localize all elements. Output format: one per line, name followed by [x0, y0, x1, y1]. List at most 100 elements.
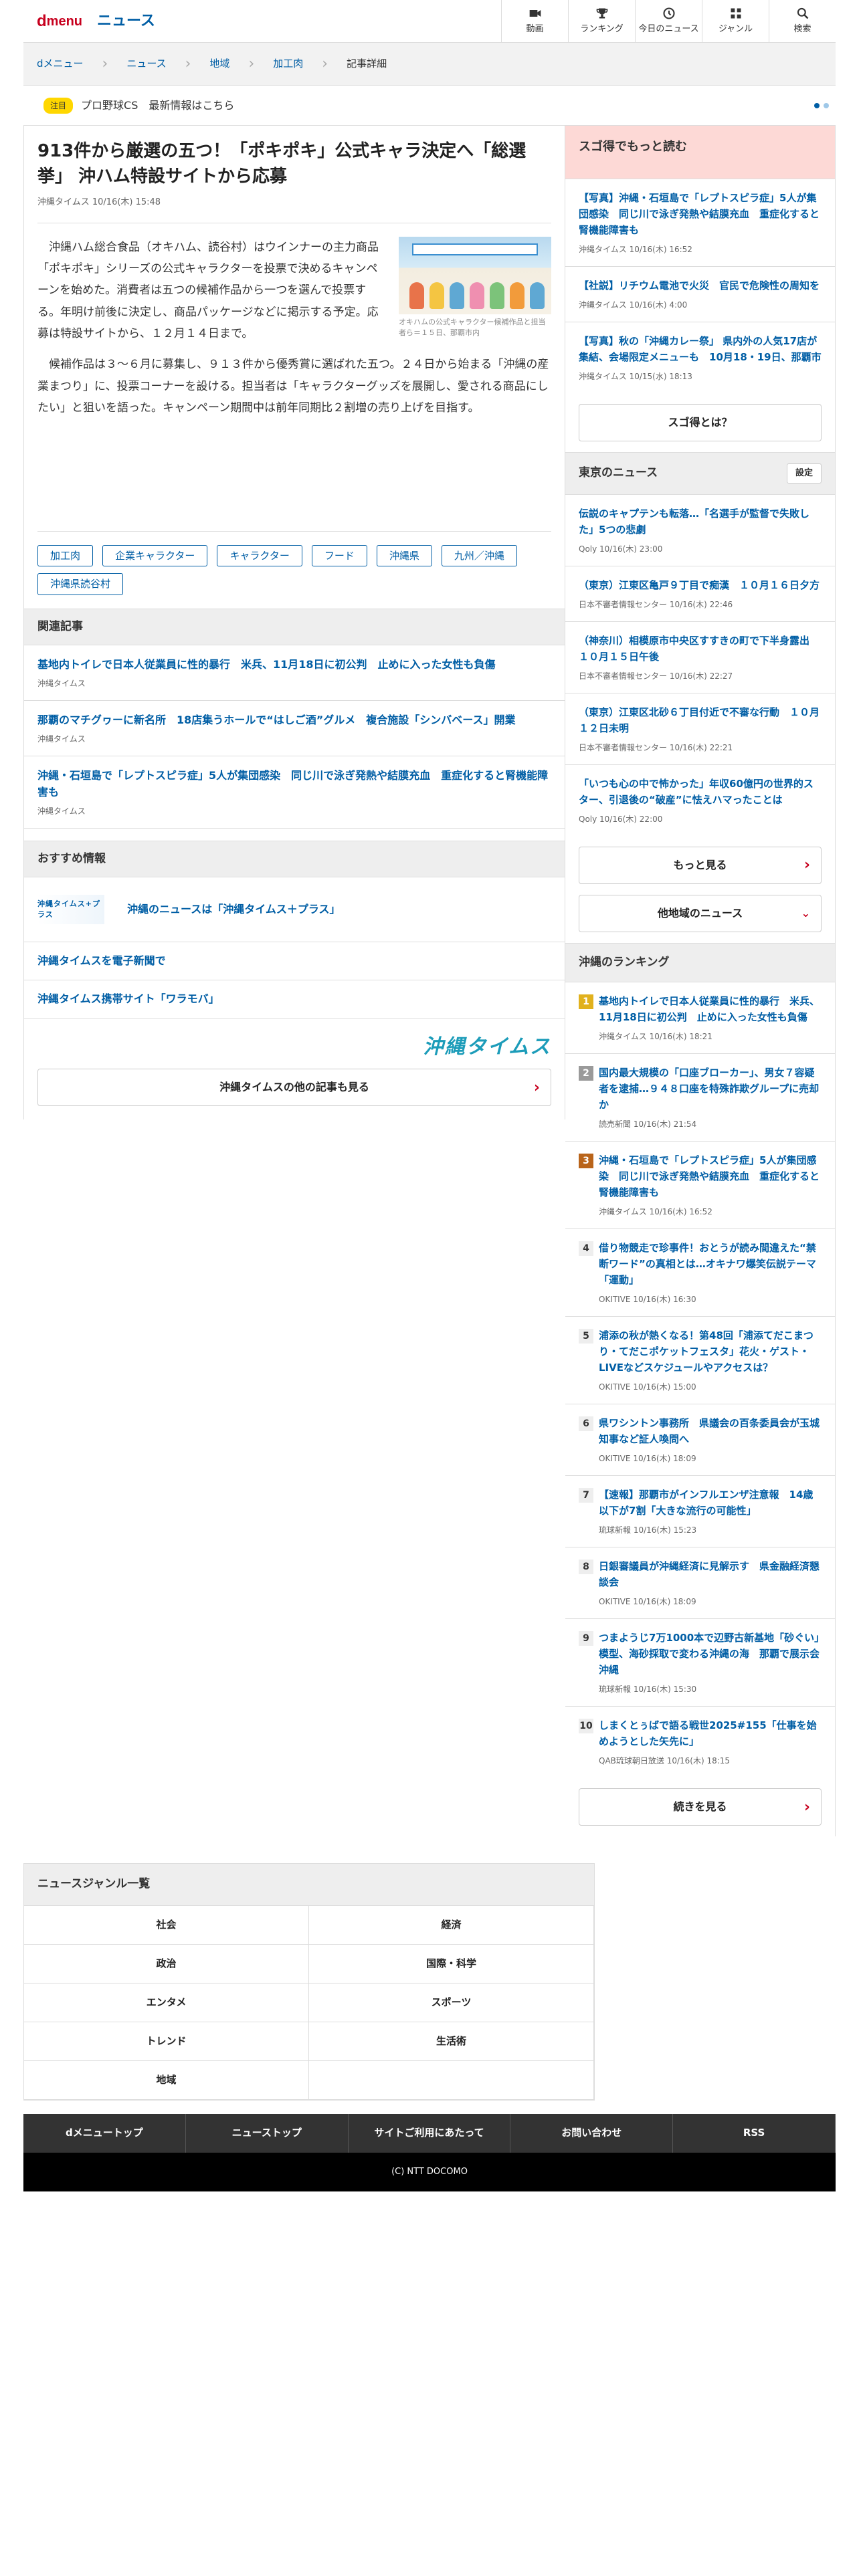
genre-link[interactable]: エンタメ — [24, 1983, 309, 2022]
tag-link[interactable]: 企業キャラクター — [102, 544, 208, 567]
dmenu-news-logo[interactable]: d menu ニュース — [23, 9, 155, 33]
tokyo-news-item[interactable]: 伝説のキャプテンも転落…「名選手が監督で失敗した」5つの悲劇 Qoly 10/1… — [565, 495, 835, 566]
sugotoku-about-button[interactable]: スゴ得とは？ — [579, 404, 822, 441]
ranking-item[interactable]: 6 県ワシントン事務所 県議会の百条委員会が玉城知事など証人喚問へ OKITIVE … — [565, 1404, 835, 1476]
ranking-item[interactable]: 3 沖縄・石垣島で「レプトスピラ症」5人が集団感染 同じ川で泳ぎ発熱や結膜充血 重… — [565, 1142, 835, 1229]
recommend-title[interactable]: 沖縄のニュースは「沖縄タイムス＋プラス」 — [127, 901, 341, 918]
related-title[interactable]: 基地内トイレで日本人従業員に性的暴行 米兵、11月18日に初公判 止めに入った女… — [37, 656, 551, 673]
tokyo-news-title[interactable]: 「いつも心の中で怖かった」年収60億円の世界的スター、引退後の“破産”に怯えハマ… — [579, 776, 822, 808]
related-item[interactable]: 那覇のマチグヮーに新名所 18店集うホールで“はしご酒”グルメ 複合施設「シンバ… — [24, 701, 565, 756]
breadcrumb-item[interactable]: 加工肉 — [273, 56, 303, 72]
other-region-label: 他地域のニュース — [657, 906, 743, 920]
ranking-item[interactable]: 7 【速報】那覇市がインフルエンザ注意報 14歳以下が7割「大きな流行の可能性」琉… — [565, 1476, 835, 1547]
tokyo-news-item[interactable]: 「いつも心の中で怖かった」年収60億円の世界的スター、引退後の“破産”に怯えハマ… — [565, 765, 835, 836]
sugotoku-item[interactable]: 【写真】秋の「沖縄カレー祭」 県内外の人気17店が集結、会場限定メニューも 10… — [565, 322, 835, 393]
tokyo-news-title[interactable]: 伝説のキャプテンも転落…「名選手が監督で失敗した」5つの悲劇 — [579, 506, 822, 538]
tokyo-news-item[interactable]: （東京）江東区北砂６丁目付近で不審な行動 １０月１２日未明 日本不審者情報センタ… — [565, 693, 835, 765]
publisher-logo[interactable]: 沖縄タイムス — [24, 1018, 565, 1069]
related-item[interactable]: 沖縄・石垣島で「レプトスピラ症」5人が集団感染 同じ川で泳ぎ発熱や結膜充血 重症… — [24, 756, 565, 829]
tokyo-news-title[interactable]: （東京）江東区亀戸９丁目で痴漢 １０月１６日夕方 — [579, 577, 822, 593]
sugotoku-title[interactable]: 【写真】秋の「沖縄カレー祭」 県内外の人気17店が集結、会場限定メニューも 10… — [579, 333, 822, 365]
ranking-title[interactable]: つまようじ7万1000本で辺野古新基地「砂ぐい」模型、海砂採取で変わる沖縄の海 … — [599, 1630, 830, 1678]
footer-link[interactable]: お問い合わせ — [510, 2113, 674, 2153]
ranking-item[interactable]: 10 しまくとぅばで語る戦世2025#155「仕事を始めようとした矢先に」 QAB琉… — [565, 1707, 835, 1778]
sugotoku-item[interactable]: 【社説】リチウム電池で火災 官民で危険性の周知を 沖縄タイムス 10/16(木)… — [565, 267, 835, 322]
ranking-title[interactable]: 借り物競走で珍事件！おとうが読み間違えた“禁断ワード”の真相とは…オキナワ爆笑伝… — [599, 1240, 822, 1288]
genre-link[interactable]: トレンド — [24, 2022, 309, 2061]
ranking-item[interactable]: 8 日銀審議員が沖縄経済に見解示す 県金融経済懇談会 OKITIVE 10/16(木… — [565, 1547, 835, 1619]
tokyo-news-title[interactable]: （東京）江東区北砂６丁目付近で不審な行動 １０月１２日未明 — [579, 704, 822, 736]
tag-link[interactable]: 沖縄県 — [376, 544, 432, 567]
ranking-item[interactable]: 2 国内最大規模の「口座ブローカー」、男女７容疑者を逮捕…９４８口座を特殊詐欺グル… — [565, 1054, 835, 1142]
ticker-text[interactable]: プロ野球CS 最新情報はこちら — [81, 98, 234, 114]
ranking-item[interactable]: 5 浦添の秋が熱くなる！第48回「浦添てだこまつり・てだこポケットフェスタ」花火・… — [565, 1317, 835, 1404]
related-item[interactable]: 基地内トイレで日本人従業員に性的暴行 米兵、11月18日に初公判 止めに入った女… — [24, 645, 565, 701]
ranking-item[interactable]: 9 つまようじ7万1000本で辺野古新基地「砂ぐい」模型、海砂採取で変わる沖縄の海… — [565, 1619, 835, 1707]
recommend-item[interactable]: 沖縄タイムス+プラス 沖縄のニュースは「沖縄タイムス＋プラス」 — [24, 877, 565, 943]
tag-link[interactable]: 九州／沖縄 — [441, 544, 517, 567]
chevron-right-icon: › — [803, 1798, 810, 1816]
genre-link[interactable]: スポーツ — [309, 1983, 594, 2022]
tokyo-news-title[interactable]: （神奈川）相模原市中央区すすきの町で下半身露出 １０月１５日午後 — [579, 633, 822, 665]
ranking-title[interactable]: 日銀審議員が沖縄経済に見解示す 県金融経済懇談会 — [599, 1558, 822, 1590]
ranking-title[interactable]: しまくとぅばで語る戦世2025#155「仕事を始めようとした矢先に」 — [599, 1717, 822, 1749]
genre-link[interactable]: 経済 — [309, 1905, 594, 1945]
ranking-source: 琉球新報 10/16(木) 15:23 — [599, 1525, 697, 1535]
recommend-item[interactable]: 沖縄タイムスを電子新聞で — [24, 942, 565, 981]
nav-today[interactable]: 今日のニュース — [635, 0, 702, 43]
ranking-more-label: 続きを見る — [673, 1800, 727, 1813]
ranking-item[interactable]: 1 基地内トイレで日本人従業員に性的暴行 米兵、11月18日に初公判 止めに入った… — [565, 982, 835, 1054]
related-title[interactable]: 那覇のマチグヮーに新名所 18店集うホールで“はしご酒”グルメ 複合施設「シンバ… — [37, 712, 551, 729]
pager-dot-active[interactable] — [814, 103, 820, 108]
footer-nav: dメニュートップ ニューストップ サイトご利用にあたって お問い合わせ RSS — [23, 2113, 836, 2153]
settings-button[interactable]: 設定 — [786, 463, 822, 484]
recommend-item[interactable]: 沖縄タイムス携帯サイト「ワラモバ」 — [24, 980, 565, 1019]
logo-menu: menu — [46, 13, 83, 29]
tag-link[interactable]: フード — [311, 544, 367, 567]
breadcrumb-item[interactable]: ニュース — [126, 56, 166, 72]
footer-link[interactable]: RSS — [673, 2113, 836, 2153]
sugotoku-source: 沖縄タイムス 10/15(水) 18:13 — [579, 372, 692, 381]
genre-link[interactable]: 政治 — [24, 1944, 309, 1983]
footer-link[interactable]: dメニュートップ — [23, 2113, 186, 2153]
ranking-title[interactable]: 沖縄・石垣島で「レプトスピラ症」5人が集団感染 同じ川で泳ぎ発熱や結膜充血 重症… — [599, 1152, 822, 1200]
sugotoku-item[interactable]: 【写真】沖縄・石垣島で「レプトスピラ症」5人が集団感染 同じ川で泳ぎ発熱や結膜充… — [565, 179, 835, 267]
footer-link[interactable]: ニューストップ — [186, 2113, 349, 2153]
tokyo-news-item[interactable]: （東京）江東区亀戸９丁目で痴漢 １０月１６日夕方 日本不審者情報センター 10/… — [565, 566, 835, 622]
tag-link[interactable]: 加工肉 — [37, 544, 94, 567]
news-ticker[interactable]: 注目 プロ野球CS 最新情報はこちら — [23, 86, 836, 126]
genre-link[interactable]: 地域 — [24, 2060, 309, 2100]
ranking-title[interactable]: 浦添の秋が熱くなる！第48回「浦添てだこまつり・てだこポケットフェスタ」花火・ゲ… — [599, 1327, 822, 1376]
nav-genre[interactable]: ジャンル — [702, 0, 769, 43]
more-articles-button[interactable]: 沖縄タイムスの他の記事も見る › — [37, 1069, 551, 1107]
tag-link[interactable]: キャラクター — [217, 544, 302, 567]
ranking-title[interactable]: 基地内トイレで日本人従業員に性的暴行 米兵、11月18日に初公判 止めに入った女… — [599, 993, 822, 1025]
ranking-title[interactable]: 【速報】那覇市がインフルエンザ注意報 14歳以下が7割「大きな流行の可能性」 — [599, 1487, 822, 1519]
nav-search[interactable]: 検索 — [769, 0, 836, 43]
ranking-title[interactable]: 県ワシントン事務所 県議会の百条委員会が玉城知事など証人喚問へ — [599, 1415, 822, 1447]
more-tokyo-button[interactable]: もっと見る › — [579, 846, 822, 884]
sugotoku-title[interactable]: 【社説】リチウム電池で火災 官民で危険性の周知を — [579, 278, 822, 294]
breadcrumb-item[interactable]: 地域 — [209, 56, 229, 72]
sugotoku-title[interactable]: 【写真】沖縄・石垣島で「レプトスピラ症」5人が集団感染 同じ川で泳ぎ発熱や結膜充… — [579, 190, 822, 238]
tag-link[interactable]: 沖縄県読谷村 — [37, 573, 124, 595]
genre-link[interactable]: 国際・科学 — [309, 1944, 594, 1983]
related-title[interactable]: 沖縄・石垣島で「レプトスピラ症」5人が集団感染 同じ川で泳ぎ発熱や結膜充血 重症… — [37, 767, 551, 801]
genre-link[interactable]: 生活術 — [309, 2022, 594, 2061]
other-region-button[interactable]: 他地域のニュース ⌄ — [579, 894, 822, 932]
article-figure[interactable]: オキハムの公式キャラクター候補作品と担当者ら＝１５日、那覇市内 — [399, 236, 551, 339]
article-photo[interactable] — [399, 236, 551, 314]
breadcrumb-item[interactable]: dメニュー — [37, 56, 84, 72]
tokyo-news-item[interactable]: （神奈川）相模原市中央区すすきの町で下半身露出 １０月１５日午後 日本不審者情報… — [565, 622, 835, 693]
genre-link[interactable]: 社会 — [24, 1905, 309, 1945]
nav-video[interactable]: 動画 — [501, 0, 568, 43]
nav-ranking[interactable]: ランキング — [568, 0, 635, 43]
pager-dot[interactable] — [824, 103, 829, 108]
tokyo-news-source: 日本不審者情報センター 10/16(木) 22:21 — [579, 742, 733, 752]
footer-link[interactable]: サイトご利用にあたって — [349, 2113, 511, 2153]
ranking-more-button[interactable]: 続きを見る › — [579, 1788, 822, 1826]
article-body: オキハムの公式キャラクター候補作品と担当者ら＝１５日、那覇市内 沖縄ハム総合食品… — [37, 236, 551, 504]
ranking-item[interactable]: 4 借り物競走で珍事件！おとうが読み間違えた“禁断ワード”の真相とは…オキナワ爆笑… — [565, 1229, 835, 1317]
tokyo-news-source: 日本不審者情報センター 10/16(木) 22:27 — [579, 671, 733, 681]
ranking-title[interactable]: 国内最大規模の「口座ブローカー」、男女７容疑者を逮捕…９４８口座を特殊詐欺グルー… — [599, 1065, 822, 1113]
